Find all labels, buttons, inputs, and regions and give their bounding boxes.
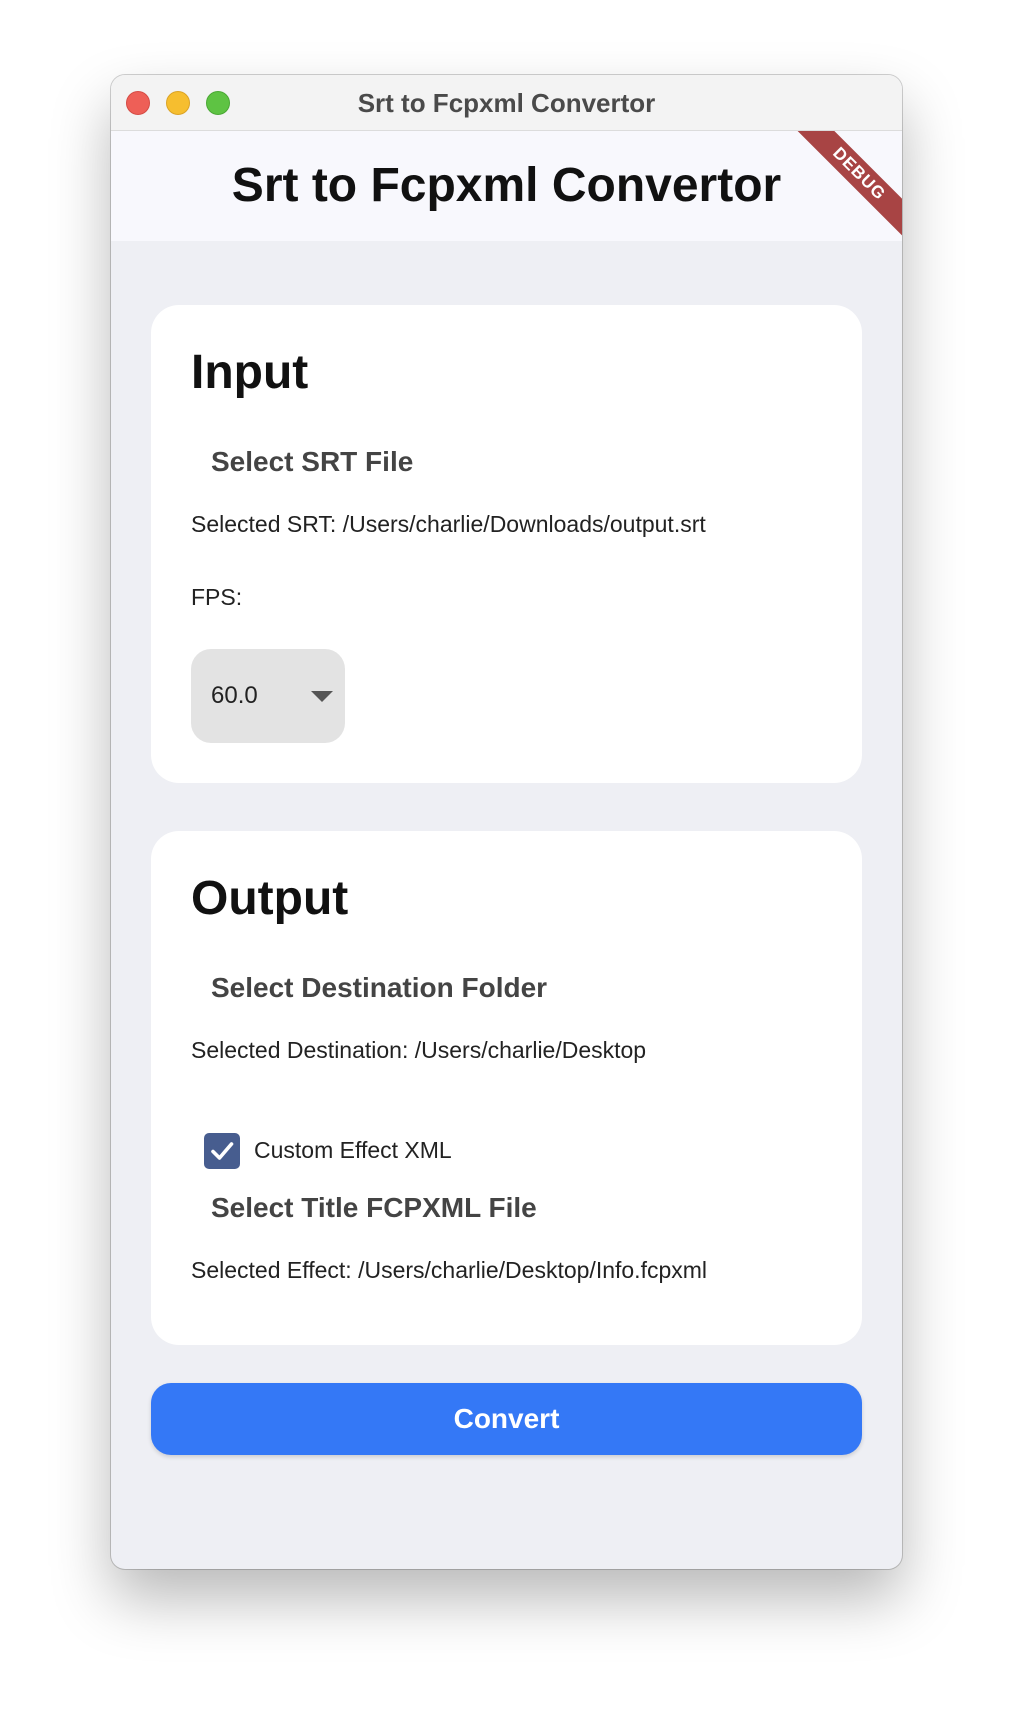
- input-card: Input Select SRT File Selected SRT: /Use…: [151, 305, 862, 783]
- app-bar: Srt to Fcpxml Convertor: [111, 131, 902, 241]
- debug-banner: DEBUG: [792, 131, 902, 241]
- selected-effect-text: Selected Effect: /Users/charlie/Desktop/…: [191, 1257, 708, 1283]
- caret-down-icon: [311, 691, 333, 702]
- selected-srt-text: Selected SRT: /Users/charlie/Downloads/o…: [191, 511, 706, 537]
- selected-destination-text: Selected Destination: /Users/charlie/Des…: [191, 1037, 647, 1063]
- window-titlebar[interactable]: Srt to Fcpxml Convertor: [111, 75, 902, 131]
- input-heading: Input: [191, 346, 309, 399]
- app-window: Srt to Fcpxml Convertor Srt to Fcpxml Co…: [111, 75, 902, 1569]
- app-bar-title: Srt to Fcpxml Convertor: [231, 159, 782, 212]
- select-srt-file-button[interactable]: Select SRT File: [191, 432, 433, 492]
- output-heading: Output: [191, 872, 349, 925]
- custom-effect-checkbox[interactable]: [204, 1133, 240, 1169]
- debug-banner-container: DEBUG: [792, 131, 902, 241]
- checkmark-icon: [211, 1142, 234, 1160]
- fps-dropdown-value: 60.0: [211, 682, 258, 709]
- output-card: Output Select Destination Folder Selecte…: [151, 831, 862, 1345]
- fps-label: FPS:: [191, 584, 243, 610]
- convert-button[interactable]: Convert: [151, 1383, 862, 1455]
- fps-dropdown[interactable]: 60.0: [191, 649, 345, 743]
- select-title-fcpxml-button[interactable]: Select Title FCPXML File: [191, 1178, 557, 1238]
- select-destination-folder-button[interactable]: Select Destination Folder: [191, 958, 567, 1018]
- window-title: Srt to Fcpxml Convertor: [357, 88, 656, 118]
- custom-effect-label[interactable]: Custom Effect XML: [254, 1137, 452, 1164]
